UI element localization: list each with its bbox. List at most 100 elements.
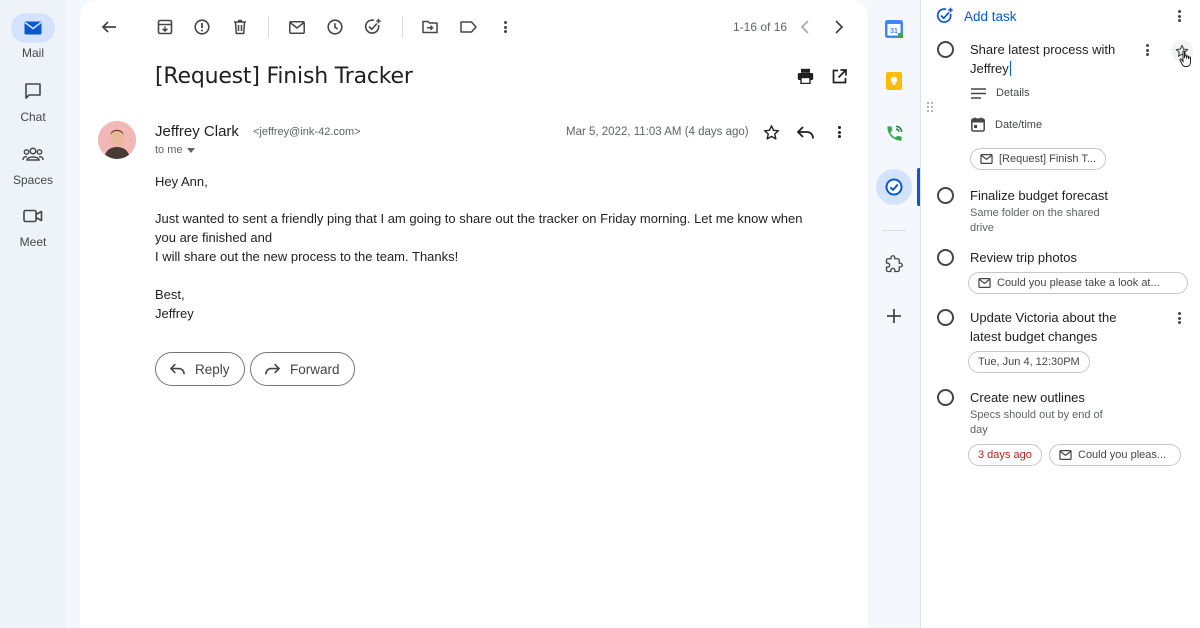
- task-datetime-field[interactable]: Date/time: [971, 117, 1042, 132]
- drag-handle-icon[interactable]: [926, 101, 934, 113]
- calendar-app-button[interactable]: 31: [878, 13, 910, 45]
- caret-down-icon: [186, 147, 195, 153]
- chip-label: Could you pleas...: [1078, 449, 1167, 461]
- reply-icon-button[interactable]: [791, 118, 819, 146]
- next-icon: [835, 20, 844, 34]
- task-title[interactable]: Create new outlines: [970, 388, 1150, 407]
- more-options-button[interactable]: [491, 13, 519, 41]
- spaces-icon: [11, 139, 55, 169]
- voice-app-button[interactable]: [878, 117, 910, 149]
- sender-avatar[interactable]: [98, 121, 136, 159]
- recipient-label: to me: [155, 144, 183, 156]
- task-complete-checkbox[interactable]: [937, 389, 954, 406]
- task-description: Specs should out by end of day: [970, 408, 1130, 438]
- label-icon: [459, 21, 477, 33]
- snooze-button[interactable]: [321, 13, 349, 41]
- forward-label: Forward: [290, 361, 340, 377]
- task-complete-checkbox[interactable]: [937, 41, 954, 58]
- mail-icon: [978, 278, 991, 288]
- mark-unread-button[interactable]: [283, 13, 311, 41]
- back-icon: [101, 21, 116, 33]
- tasks-menu-icon[interactable]: [1172, 8, 1186, 24]
- task-title[interactable]: Update Victoria about the latest budget …: [970, 308, 1150, 346]
- task-complete-checkbox[interactable]: [937, 249, 954, 266]
- reply-button[interactable]: Reply: [155, 352, 245, 386]
- email-body-line: Hey Ann,: [155, 174, 208, 189]
- details-label: Details: [996, 87, 1030, 99]
- email-body-line: I will share out the new process to the …: [155, 249, 459, 264]
- more-vert-icon: [832, 124, 846, 140]
- task-complete-checkbox[interactable]: [937, 309, 954, 326]
- open-new-window-button[interactable]: [825, 62, 853, 90]
- email-body-line: you are finished and: [155, 230, 273, 245]
- archive-button[interactable]: [151, 13, 179, 41]
- linked-email-chip[interactable]: Could you please take a look at...: [968, 272, 1188, 294]
- star-button[interactable]: [757, 118, 785, 146]
- email-body-line: Jeffrey: [155, 306, 194, 321]
- linked-email-chip[interactable]: Could you pleas...: [1049, 444, 1181, 466]
- addons-button[interactable]: [878, 248, 910, 280]
- task-description: Same folder on the shared drive: [970, 206, 1130, 236]
- phone-icon: [886, 125, 902, 141]
- chip-label: [Request] Finish T...: [999, 153, 1097, 165]
- task-more-icon[interactable]: [1172, 310, 1186, 326]
- nav-label: Chat: [20, 110, 46, 124]
- report-spam-icon: [194, 19, 210, 35]
- get-addons-button[interactable]: [878, 300, 910, 332]
- mail-icon: [1059, 450, 1072, 460]
- forward-button[interactable]: Forward: [250, 352, 355, 386]
- archive-icon: [157, 19, 173, 35]
- task-title-line: Update Victoria about the: [970, 310, 1117, 325]
- task-description-line: day: [970, 424, 988, 436]
- open-in-new-icon: [832, 68, 847, 83]
- move-to-button[interactable]: [416, 13, 444, 41]
- tasks-panel: Add task Share latest process with Jeffr…: [920, 0, 1200, 628]
- add-task-button[interactable]: Add task: [936, 7, 1017, 25]
- task-date-chip[interactable]: Tue, Jun 4, 12:30PM: [968, 351, 1090, 373]
- message-more-button[interactable]: [825, 118, 853, 146]
- text-cursor: [1009, 61, 1011, 76]
- nav-label: Spaces: [12, 173, 54, 187]
- task-title-line: latest budget changes: [970, 329, 1098, 344]
- task-title[interactable]: Finalize budget forecast: [970, 186, 1150, 205]
- nav-item-mail[interactable]: Mail: [0, 13, 66, 60]
- linked-email-chip[interactable]: [Request] Finish T...: [970, 148, 1107, 170]
- forward-icon: [265, 363, 280, 375]
- snooze-icon: [327, 19, 343, 35]
- nav-item-chat[interactable]: Chat: [0, 76, 66, 124]
- keep-app-button[interactable]: [878, 65, 910, 97]
- back-button[interactable]: [95, 13, 123, 41]
- tasks-app-button[interactable]: [876, 169, 912, 205]
- next-button[interactable]: [825, 13, 853, 41]
- email-date: Mar 5, 2022, 11:03 AM (4 days ago): [566, 126, 749, 138]
- reply-icon: [170, 363, 185, 375]
- report-spam-button[interactable]: [188, 13, 216, 41]
- nav-item-spaces[interactable]: Spaces: [0, 139, 66, 187]
- hand-cursor-icon: [1179, 50, 1191, 67]
- toolbar-divider: [268, 16, 269, 38]
- prev-icon: [800, 20, 809, 34]
- task-details-field[interactable]: Details: [971, 87, 1030, 99]
- task-description-line: drive: [970, 222, 994, 234]
- nav-item-meet[interactable]: Meet: [0, 201, 66, 249]
- task-title[interactable]: Review trip photos: [970, 248, 1150, 267]
- calendar-icon: 31: [885, 20, 903, 38]
- message-pane: 1-16 of 16 [Request] Finish Tracker Jeff…: [80, 0, 868, 628]
- plus-icon: [887, 309, 901, 323]
- add-to-tasks-button[interactable]: [359, 13, 387, 41]
- print-button[interactable]: [791, 62, 819, 90]
- nav-rail: Mail Chat Spaces Meet: [0, 0, 66, 628]
- task-title-input[interactable]: Share latest process with Jeffrey: [970, 40, 1150, 78]
- recipient-details[interactable]: to me: [155, 144, 195, 156]
- sender-name[interactable]: Jeffrey Clark: [155, 123, 239, 140]
- task-title-line: Jeffrey: [970, 61, 1009, 76]
- prev-button[interactable]: [791, 13, 819, 41]
- task-complete-checkbox[interactable]: [937, 187, 954, 204]
- add-task-icon: [364, 18, 381, 34]
- label-button[interactable]: [454, 13, 482, 41]
- task-more-icon[interactable]: [1140, 42, 1154, 58]
- delete-button[interactable]: [226, 13, 254, 41]
- reply-label: Reply: [195, 361, 230, 377]
- task-due-chip[interactable]: 3 days ago: [968, 444, 1042, 466]
- chip-label: Could you please take a look at...: [997, 277, 1160, 289]
